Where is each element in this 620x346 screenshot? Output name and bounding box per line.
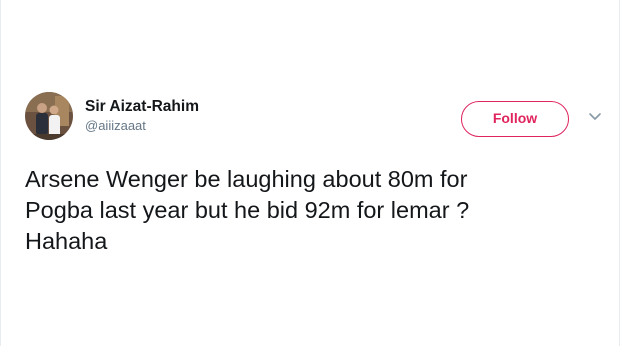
tweet-text: Arsene Wenger be laughing about 80m for …	[25, 166, 470, 254]
tweet-card: Sir Aizat-Rahim @aiiizaaat Follow Arsene…	[0, 0, 620, 346]
follow-button[interactable]: Follow	[461, 101, 569, 137]
avatar[interactable]	[25, 92, 73, 140]
display-name[interactable]: Sir Aizat-Rahim	[85, 98, 199, 116]
user-handle[interactable]: @aiiizaaat	[85, 118, 146, 133]
chevron-down-icon[interactable]	[587, 108, 603, 124]
profile-photo-icon	[25, 92, 73, 140]
